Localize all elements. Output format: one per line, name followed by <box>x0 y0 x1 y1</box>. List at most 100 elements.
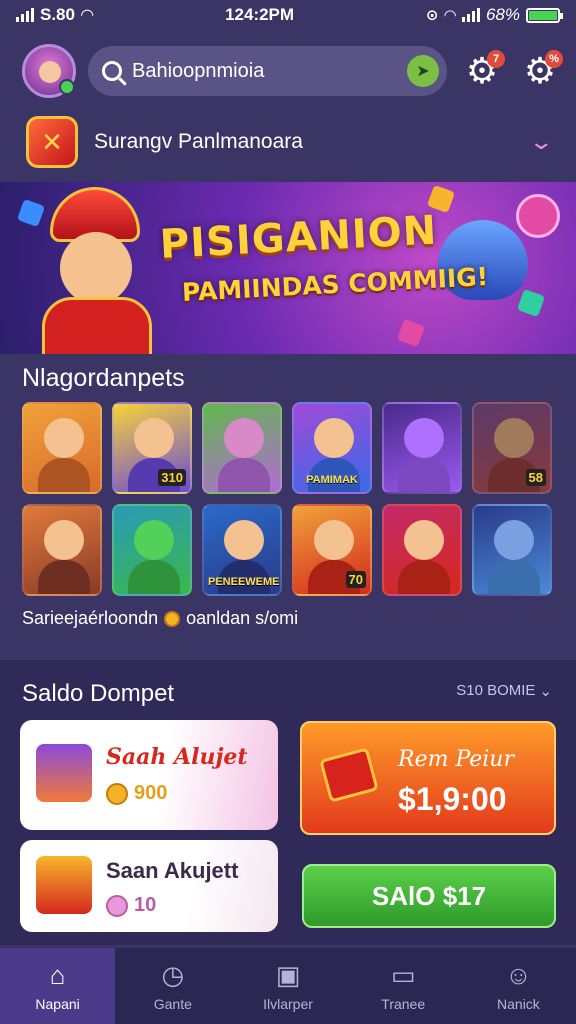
game-tile[interactable] <box>22 504 102 596</box>
chevron-down-icon[interactable]: ⌄ <box>528 129 554 155</box>
signal-icon <box>16 8 34 22</box>
balance-label: Rem Peiur <box>398 747 514 772</box>
game-character <box>44 418 84 458</box>
clock-icon: ◷ <box>161 959 185 990</box>
notification-badge-2: % <box>545 50 563 68</box>
game-character-body <box>218 458 270 492</box>
game-tile[interactable]: 310 <box>112 402 192 494</box>
game-character-body <box>488 560 540 594</box>
topup-button[interactable]: SAlO $17 <box>302 864 556 928</box>
search-icon <box>102 61 122 81</box>
game-tile-badge: 70 <box>345 571 366 588</box>
game-tile[interactable]: PENEEWEMEK <box>202 504 282 596</box>
tab-ilvlarper[interactable]: ▣ Ilvlarper <box>230 948 345 1024</box>
wallet-filter-dropdown[interactable]: S10 BOMIE ⌄ <box>456 682 552 700</box>
wallet-card-amount: 900 <box>106 782 167 805</box>
game-tile-badge: 310 <box>158 469 186 486</box>
game-character-body <box>398 560 450 594</box>
coin-icon <box>106 894 128 917</box>
game-thumbnail <box>36 744 92 802</box>
settings-button[interactable]: ⚙ 7 <box>459 48 505 94</box>
go-arrow-icon[interactable]: ➤ <box>407 55 439 87</box>
caption-left: Sarieejaérloondn <box>22 608 159 628</box>
wallet-balance-card[interactable]: Rem Peiur $1,9:00 <box>300 721 556 835</box>
wallet-card-amount-value: 10 <box>134 894 157 916</box>
game-character <box>224 418 264 458</box>
account-selector[interactable]: ✕ Surangv Panlmanoara ⌄ <box>0 110 576 174</box>
tab-label: Nanick <box>497 996 540 1012</box>
status-carrier: S.80 <box>40 5 75 24</box>
caption-right: oanldan s/omi <box>186 608 299 628</box>
banner-title: PISIGANION <box>158 207 439 268</box>
game-row: PENEEWEMEK 70 <box>22 504 576 596</box>
home-icon: ⌂ <box>49 959 66 990</box>
tab-gante[interactable]: ◷ Gante <box>115 948 230 1024</box>
wallet-title: Saldo Dompet <box>22 680 175 707</box>
profile-icon: ☺ <box>505 959 532 990</box>
wallet-card[interactable]: Saan Akujett 10 <box>20 840 278 932</box>
wallet-card[interactable]: Saah Alujet 900 <box>20 720 278 830</box>
game-grid: 310 PAMIMAK 58 PENEEWEMEK 70 <box>22 402 576 606</box>
hero-character <box>20 187 170 354</box>
game-thumbnail <box>36 856 92 914</box>
coin-icon <box>164 610 181 627</box>
wallet-section: Saldo Dompet S10 BOMIE ⌄ Saah Alujet 900… <box>0 660 576 945</box>
coin-icon <box>106 782 128 805</box>
wallet-filter-label: S10 BOMIE <box>456 682 536 699</box>
game-row: 310 PAMIMAK 58 <box>22 402 576 494</box>
game-tile-badge: 58 <box>525 469 546 486</box>
promo-banner[interactable]: PISIGANION PAMIINDAS COMMIIG! <box>0 182 576 354</box>
wallet-card-name: Saah Alujet <box>106 744 248 770</box>
status-bar: S.80 ◠ 124:2PM ⊙ ◠ 68% <box>0 0 576 30</box>
search-input[interactable] <box>132 59 397 83</box>
game-tile[interactable] <box>22 402 102 494</box>
tab-label: Ilvlarper <box>263 996 313 1012</box>
gem-decoration <box>396 318 426 348</box>
game-character <box>404 418 444 458</box>
game-tile[interactable]: PAMIMAK <box>292 402 372 494</box>
game-character-body <box>38 560 90 594</box>
tv-icon: ▭ <box>390 959 416 990</box>
tab-nanick[interactable]: ☺ Nanick <box>461 948 576 1024</box>
balance-value: $1,9:00 <box>398 781 507 817</box>
search-bar[interactable]: ➤ <box>88 46 447 96</box>
game-character-body <box>38 458 90 492</box>
spiral-icon <box>516 194 560 238</box>
settings-button-2[interactable]: ⚙ % <box>517 48 563 94</box>
tab-tranee[interactable]: ▭ Tranee <box>346 948 461 1024</box>
game-character <box>314 418 354 458</box>
status-time: 124:2PM <box>225 5 295 24</box>
battery-percent: 68% <box>485 5 520 24</box>
game-tile[interactable] <box>112 504 192 596</box>
game-tile[interactable] <box>382 504 462 596</box>
avatar[interactable] <box>22 44 76 98</box>
online-status-icon <box>59 79 75 95</box>
wifi-icon-right: ◠ <box>444 7 456 24</box>
tab-label: Tranee <box>381 996 426 1012</box>
game-character-body <box>398 458 450 492</box>
account-name: Surangv Panlmanoara <box>94 130 303 153</box>
game-character-body <box>128 560 180 594</box>
game-character <box>314 520 354 560</box>
game-character <box>44 520 84 560</box>
game-tile[interactable] <box>382 402 462 494</box>
game-character <box>134 520 174 560</box>
game-tile[interactable] <box>202 402 282 494</box>
game-tile[interactable] <box>472 504 552 596</box>
game-tile-title: PENEEWEMEK <box>208 576 282 588</box>
bottom-tab-bar: ⌂ Napani ◷ Gante ▣ Ilvlarper ▭ Tranee ☺ Nanick <box>0 948 576 1024</box>
wifi-icon: ◠ <box>80 7 94 24</box>
ticket-icon <box>319 747 379 803</box>
game-tile[interactable]: 58 <box>472 402 552 494</box>
game-character <box>134 418 174 458</box>
game-character <box>494 520 534 560</box>
game-tile[interactable]: 70 <box>292 504 372 596</box>
bag-icon: ▣ <box>275 959 301 990</box>
signal-icon-right <box>461 8 480 22</box>
gem-decoration <box>516 288 546 318</box>
top-bar: ➤ ⚙ 7 ⚙ % <box>0 36 576 106</box>
notification-badge: 7 <box>487 50 505 68</box>
tab-napani[interactable]: ⌂ Napani <box>0 948 116 1024</box>
section-title: Nlagordanpets <box>22 364 185 392</box>
chevron-down-icon: ⌄ <box>539 683 552 700</box>
